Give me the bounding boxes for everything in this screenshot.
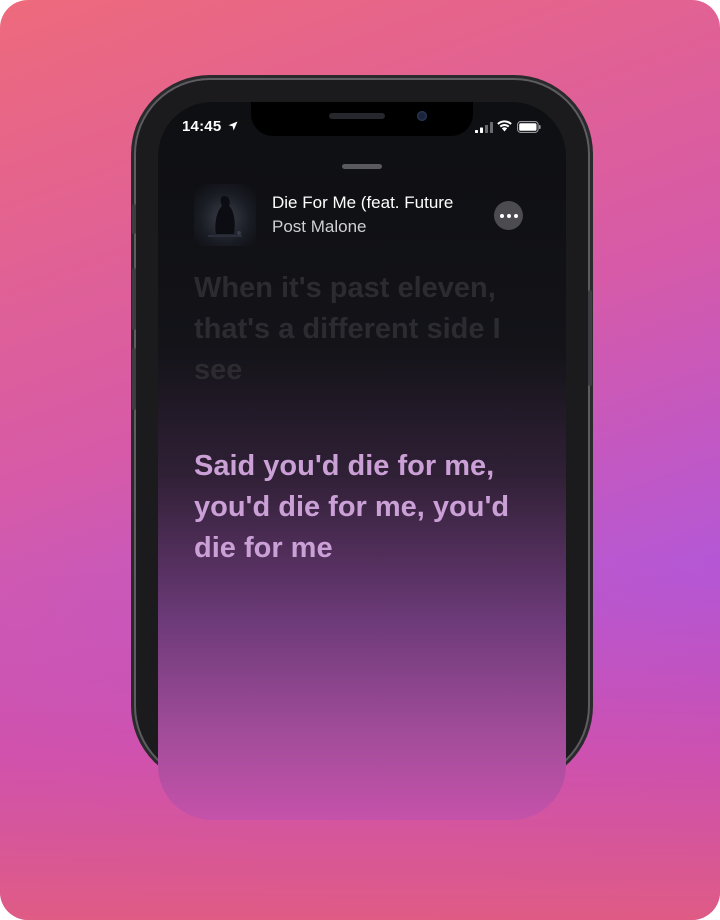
mute-switch (132, 204, 136, 234)
battery-icon (517, 121, 541, 133)
track-artist[interactable]: Post Malone (272, 217, 367, 237)
lyric-line-previous[interactable]: When it's past eleven, that's a differen… (194, 268, 514, 391)
cellular-signal-icon (475, 122, 493, 133)
speaker (329, 113, 385, 119)
phone-frame: 14:45 Die For Me (feat. Future Post Malo… (132, 80, 592, 820)
notch (251, 102, 473, 136)
status-time: 14:45 (182, 118, 222, 135)
lyric-line-current[interactable]: Said you'd die for me, you'd die for me,… (194, 446, 514, 569)
volume-down-button (132, 348, 136, 410)
dot-icon (499, 213, 504, 218)
side-button (588, 290, 592, 386)
volume-up-button (132, 268, 136, 330)
sheet-grabber[interactable] (342, 164, 382, 169)
screen: 14:45 Die For Me (feat. Future Post Malo… (158, 102, 566, 820)
more-options-button[interactable] (494, 201, 523, 230)
wifi-icon (497, 120, 512, 132)
album-art-figure-icon (208, 196, 242, 237)
front-camera (417, 111, 427, 121)
location-arrow-icon (228, 121, 238, 131)
dot-icon (513, 213, 518, 218)
dot-icon (506, 213, 511, 218)
track-title[interactable]: Die For Me (feat. Future (272, 193, 470, 213)
album-artwork[interactable] (194, 184, 256, 246)
